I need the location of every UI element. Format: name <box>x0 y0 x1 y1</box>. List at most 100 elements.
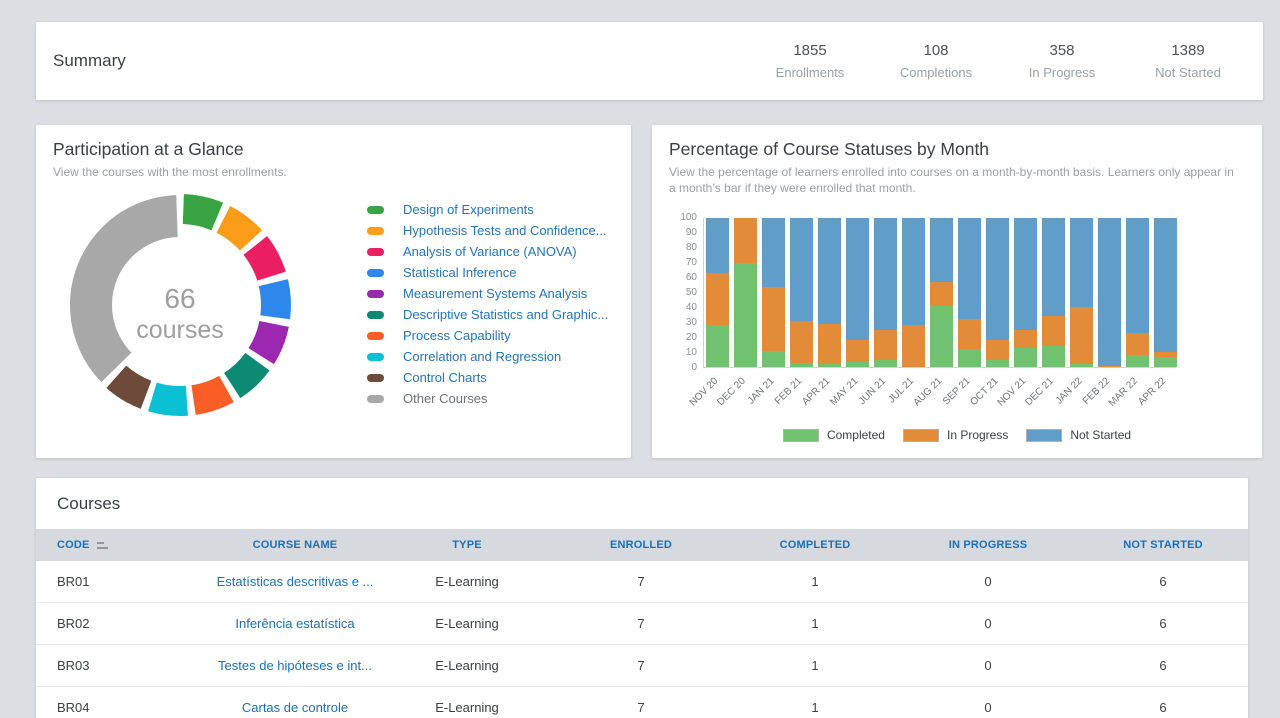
column-header-course-name[interactable]: COURSE NAME <box>206 539 384 551</box>
bar-segment-in-progress <box>1042 316 1065 346</box>
bar-apr-21 <box>818 218 841 367</box>
bar-segment-in-progress <box>706 273 729 325</box>
donut-legend-item-9[interactable]: Other Courses <box>367 388 608 409</box>
donut-legend-swatch <box>367 206 384 214</box>
donut-legend-item-4[interactable]: Measurement Systems Analysis <box>367 283 608 304</box>
column-header-code[interactable]: CODE <box>36 539 206 551</box>
cell-completed: 1 <box>732 574 898 589</box>
summary-stat-in-progress: 358 In Progress <box>1023 42 1101 80</box>
cell-not-started: 6 <box>1078 616 1248 631</box>
donut-legend-item-2[interactable]: Analysis of Variance (ANOVA) <box>367 241 608 262</box>
donut-legend-swatch <box>367 227 384 235</box>
cell-not-started: 6 <box>1078 700 1248 715</box>
donut-legend-swatch <box>367 353 384 361</box>
participation-subtitle: View the courses with the most enrollmen… <box>53 164 287 180</box>
y-tick-label: 0 <box>652 363 697 373</box>
donut-legend-label: Design of Experiments <box>403 202 534 217</box>
bar-legend-label: In Progress <box>947 428 1008 442</box>
bar-segment-completed <box>790 363 813 367</box>
courses-card: Courses CODECOURSE NAMETYPEENROLLEDCOMPL… <box>36 478 1248 718</box>
donut-legend-label: Control Charts <box>403 370 487 385</box>
course-name-link[interactable]: Estatísticas descritivas e ... <box>217 574 374 589</box>
cell-in-progress: 0 <box>898 574 1078 589</box>
bar-dec-20 <box>734 218 757 367</box>
bar-segment-not-started <box>1014 218 1037 330</box>
bar-segment-not-started <box>846 218 869 340</box>
x-tick-label: APR 21 <box>800 376 832 408</box>
bar-segment-completed <box>1042 346 1065 367</box>
bar-segment-completed <box>818 364 841 367</box>
x-tick-label: MAR 22 <box>1107 376 1140 409</box>
donut-legend-label: Hypothesis Tests and Confidence... <box>403 223 607 238</box>
summary-stats: 1855Enrollments108Completions358In Progr… <box>771 42 1227 80</box>
y-tick-label: 60 <box>652 273 697 283</box>
stat-value: 1389 <box>1149 42 1227 59</box>
course-name-link[interactable]: Testes de hipóteses e int... <box>218 658 372 673</box>
course-name-link[interactable]: Cartas de controle <box>242 700 348 715</box>
bar-feb-22 <box>1098 218 1121 367</box>
bar-segment-not-started <box>986 218 1009 340</box>
cell-enrolled: 7 <box>550 574 732 589</box>
bar-segment-completed <box>706 325 729 367</box>
stat-label: Completions <box>897 65 975 80</box>
stat-value: 358 <box>1023 42 1101 59</box>
donut-legend-item-0[interactable]: Design of Experiments <box>367 199 608 220</box>
summary-stat-completions: 108Completions <box>897 42 975 80</box>
cell-course-name: Testes de hipóteses e int... <box>206 658 384 673</box>
bar-dec-21 <box>1042 218 1065 367</box>
column-header-not-started[interactable]: NOT STARTED <box>1078 539 1248 551</box>
bar-segment-not-started <box>902 218 925 325</box>
column-header-enrolled[interactable]: ENROLLED <box>550 539 732 551</box>
column-header-completed[interactable]: COMPLETED <box>732 539 898 551</box>
cell-type: E-Learning <box>384 616 550 631</box>
x-tick-label: MAY 21 <box>828 376 860 408</box>
stat-label: In Progress <box>1023 65 1101 80</box>
bar-segment-completed <box>958 349 981 367</box>
bar-jan-22 <box>1070 218 1093 367</box>
statuses-card: Percentage of Course Statuses by Month V… <box>652 125 1262 458</box>
bar-nov-20 <box>706 218 729 367</box>
bar-segment-not-started <box>1154 218 1177 352</box>
y-tick-label: 70 <box>652 258 697 268</box>
y-tick-label: 30 <box>652 318 697 328</box>
x-tick-label: AUG 21 <box>911 376 944 409</box>
cell-in-progress: 0 <box>898 658 1078 673</box>
dashboard: { "summary": { "title": "Summary", "stat… <box>0 0 1280 718</box>
bar-legend-label: Completed <box>827 428 885 442</box>
cell-course-name: Cartas de controle <box>206 700 384 715</box>
donut-legend-item-7[interactable]: Correlation and Regression <box>367 346 608 367</box>
cell-in-progress: 0 <box>898 700 1078 715</box>
y-tick-label: 50 <box>652 288 697 298</box>
x-tick-label: NOV 21 <box>995 376 1028 409</box>
cell-code: BR02 <box>36 616 206 631</box>
table-row-br04: BR04Cartas de controleE-Learning7106 <box>36 687 1248 718</box>
bar-feb-21 <box>790 218 813 367</box>
cell-type: E-Learning <box>384 574 550 589</box>
donut-legend-item-1[interactable]: Hypothesis Tests and Confidence... <box>367 220 608 241</box>
bar-segment-completed <box>930 306 953 367</box>
x-tick-label: DEC 21 <box>1024 376 1057 409</box>
course-name-link[interactable]: Inferência estatística <box>235 616 354 631</box>
table-row-br03: BR03Testes de hipóteses e int...E-Learni… <box>36 645 1248 687</box>
bar-legend-swatch <box>903 429 939 442</box>
bar-segment-in-progress <box>986 340 1009 359</box>
donut-legend-label: Process Capability <box>403 328 511 343</box>
bar-legend-item-in-progress: In Progress <box>903 428 1008 442</box>
bar-may-21 <box>846 218 869 367</box>
x-tick-label: JUN 21 <box>857 376 888 407</box>
cell-enrolled: 7 <box>550 658 732 673</box>
cell-not-started: 6 <box>1078 574 1248 589</box>
cell-course-name: Inferência estatística <box>206 616 384 631</box>
donut-legend-item-5[interactable]: Descriptive Statistics and Graphic... <box>367 304 608 325</box>
column-header-type[interactable]: TYPE <box>384 539 550 551</box>
cell-in-progress: 0 <box>898 616 1078 631</box>
donut-legend-item-6[interactable]: Process Capability <box>367 325 608 346</box>
donut-legend-item-8[interactable]: Control Charts <box>367 367 608 388</box>
bar-jun-21 <box>874 218 897 367</box>
x-tick-label: DEC 20 <box>716 376 749 409</box>
column-header-in-progress[interactable]: IN PROGRESS <box>898 539 1078 551</box>
donut-legend-item-3[interactable]: Statistical Inference <box>367 262 608 283</box>
x-tick-label: APR 22 <box>1136 376 1168 408</box>
bar-segment-not-started <box>790 218 813 321</box>
donut-legend-label: Descriptive Statistics and Graphic... <box>403 307 608 322</box>
